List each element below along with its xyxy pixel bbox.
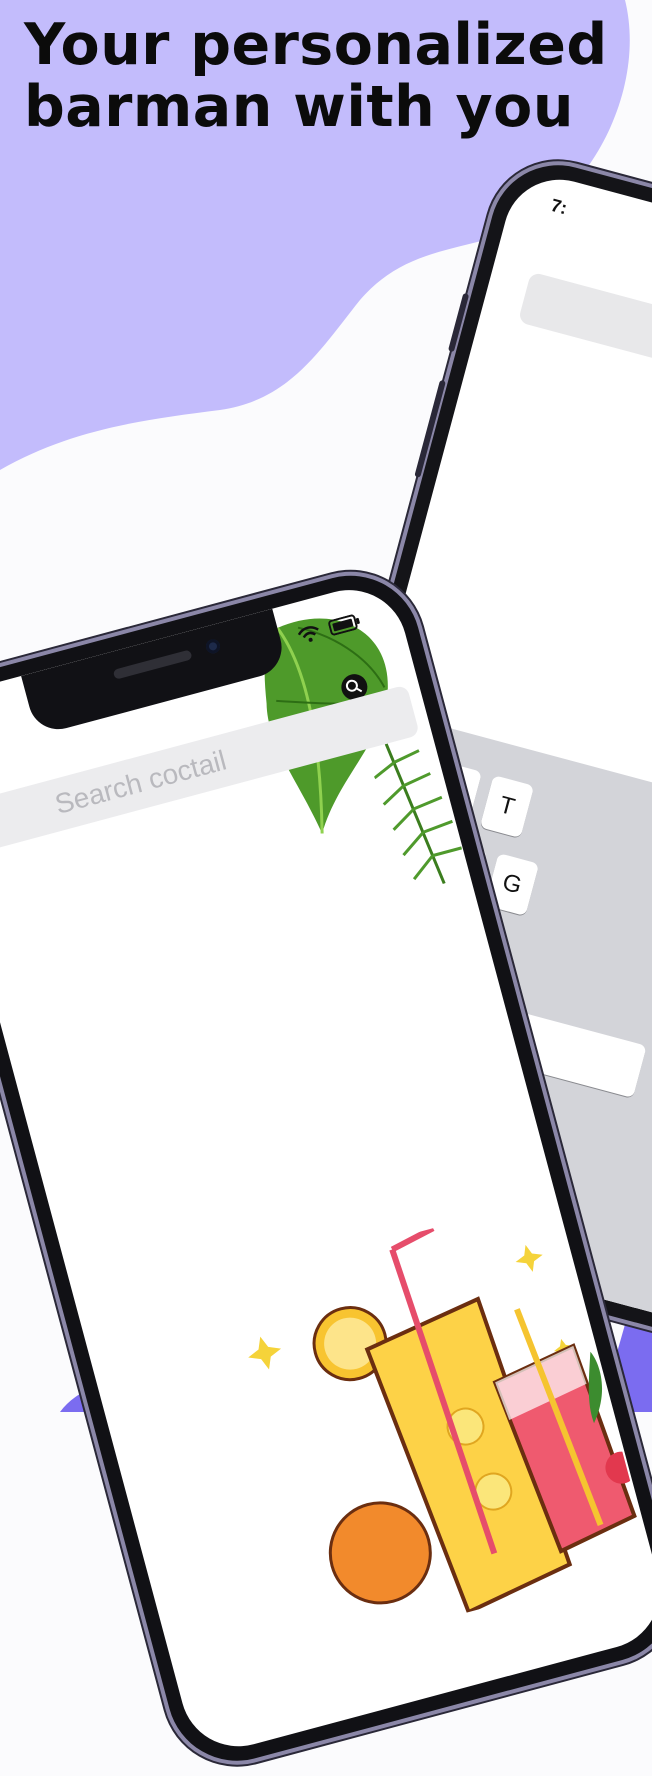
back-phone-search-bar[interactable] [517, 271, 652, 478]
speaker-grille [112, 649, 193, 680]
headline-line-1: Your personalized [24, 12, 608, 78]
front-camera [204, 637, 222, 655]
cocktail-illustration [248, 1225, 638, 1615]
headline-line-2: barman with you [24, 74, 574, 140]
back-phone-time: 7: [548, 194, 570, 219]
headline: Your personalized barman with you [24, 14, 608, 138]
key-t[interactable]: T [479, 775, 535, 839]
